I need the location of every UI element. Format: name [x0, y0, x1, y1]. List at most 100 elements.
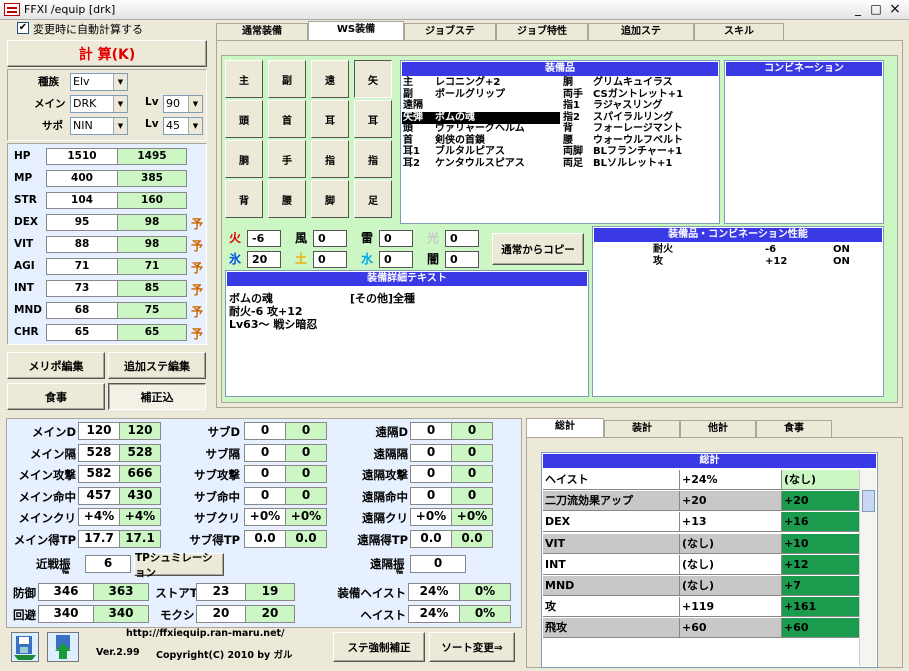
main-total-0: 120	[119, 422, 161, 440]
tab-skill[interactable]: スキル	[694, 23, 784, 40]
tp-simulation-button[interactable]: TPシュミレーション	[134, 552, 224, 579]
load-icon[interactable]	[47, 632, 79, 662]
tab-total[interactable]: 総計	[526, 418, 604, 438]
correction-toggle[interactable]: 補正込	[108, 383, 206, 410]
equip-slot-1[interactable]: 副	[268, 60, 306, 98]
equip-slot-label-1: 副	[403, 88, 413, 100]
equip-item-r4[interactable]: フォーレージマント	[593, 123, 683, 135]
total-equip-7: +60	[679, 618, 781, 639]
merit-edit-button[interactable]: メリポ編集	[7, 352, 105, 379]
equip-item-3[interactable]: ボムの魂	[435, 112, 475, 124]
sub-base-1: 0	[244, 443, 286, 462]
tab-add-stat[interactable]: 追加ステ	[588, 23, 694, 40]
equip-slot-14[interactable]: 脚	[311, 180, 349, 218]
tab-ws-equip[interactable]: WS装備	[308, 21, 404, 41]
equip-item-0[interactable]: レコニング+2	[435, 77, 500, 89]
equip-slot-12[interactable]: 背	[225, 180, 263, 218]
stat-forecast-chr[interactable]: 予	[191, 325, 203, 342]
equip-item-4[interactable]: ヴァリャーグヘルム	[435, 123, 525, 135]
minimize-button[interactable]: _	[850, 3, 866, 17]
food-button[interactable]: 食事	[7, 383, 105, 410]
element-value-6[interactable]: 0	[379, 251, 413, 268]
sub-total-3: 0	[285, 486, 327, 505]
stat-label-int: INT	[14, 282, 34, 294]
equip-slot-label-r2: 指1	[563, 100, 580, 111]
equip-item-r5[interactable]: ウォーウルフベルト	[593, 135, 683, 147]
equip-item-7[interactable]: ケンタウルスピアス	[435, 158, 525, 170]
sub-job-label: サポ	[42, 120, 63, 132]
equip-slot-5[interactable]: 首	[268, 100, 306, 138]
auto-calc-checkbox[interactable]: ✔	[17, 22, 29, 34]
equip-item-r2[interactable]: ラジャスリング	[593, 100, 662, 112]
equip-item-r1[interactable]: CSガントレット+1	[593, 89, 683, 101]
equip-item-r6[interactable]: BLフランチャー+1	[593, 146, 682, 158]
equip-slot-8[interactable]: 胴	[225, 140, 263, 178]
sub-label-0: サブD	[207, 425, 240, 439]
sub-job-select[interactable]: NIN ▼	[70, 117, 128, 135]
copy-from-normal-button[interactable]: 通常からコピー	[492, 233, 584, 265]
detail-text-box[interactable]: 装備詳細テキスト ボムの魂 [その他]全種 耐火-6 攻+12 Lv63～ 戦シ…	[225, 270, 589, 397]
main-label-2: メイン攻撃	[18, 468, 77, 482]
equip-item-r3[interactable]: スパイラルリング	[593, 112, 673, 124]
tab-job-trait[interactable]: ジョブ特性	[496, 23, 588, 40]
equip-slot-label-2: 遠隔	[403, 100, 423, 111]
tab-normal-equip[interactable]: 通常装備	[216, 23, 308, 40]
race-select[interactable]: Elv ▼	[70, 73, 128, 91]
tab-job-stat[interactable]: ジョブステ	[404, 23, 496, 40]
equip-slot-6[interactable]: 耳	[311, 100, 349, 138]
element-value-7[interactable]: 0	[445, 251, 479, 268]
main-lv-value: 90	[166, 97, 180, 110]
main-lv-select[interactable]: 90 ▼	[163, 95, 203, 113]
main-base-1: 528	[78, 443, 120, 462]
main-label-5: メイン得TP	[13, 532, 76, 547]
stat-forecast-mnd[interactable]: 予	[191, 303, 203, 320]
scrollbar-thumb[interactable]	[862, 490, 875, 512]
tab-equip-total[interactable]: 装計	[604, 420, 680, 437]
equip-slot-2[interactable]: 遠	[311, 60, 349, 98]
element-value-3[interactable]: 0	[445, 230, 479, 247]
equip-slot-10[interactable]: 指	[311, 140, 349, 178]
equip-slot-3[interactable]: 矢	[354, 60, 392, 98]
equip-slot-11[interactable]: 指	[354, 140, 392, 178]
sub-lv-label: Lv	[145, 118, 159, 130]
element-value-4[interactable]: 20	[247, 251, 281, 268]
stat-forecast-int[interactable]: 予	[191, 281, 203, 298]
total-equip-4: (なし)	[679, 554, 781, 575]
tab-other-total[interactable]: 他計	[680, 420, 756, 437]
stat-forecast-agi[interactable]: 予	[191, 259, 203, 276]
element-value-5[interactable]: 0	[313, 251, 347, 268]
calc-button[interactable]: 計 算(K)	[7, 40, 207, 67]
save-icon[interactable]	[11, 632, 39, 662]
equip-item-r7[interactable]: BLソルレット+1	[593, 158, 672, 170]
close-button[interactable]: ×	[887, 2, 903, 17]
addstat-edit-button[interactable]: 追加ステ編集	[108, 352, 206, 379]
stat-total-vit: 98	[117, 236, 187, 253]
total-name-3: VIT	[543, 533, 679, 554]
sort-change-button[interactable]: ソート変更⇒	[429, 632, 515, 662]
equip-slot-4[interactable]: 頭	[225, 100, 263, 138]
maximize-button[interactable]: □	[868, 3, 884, 17]
equip-slot-15[interactable]: 足	[354, 180, 392, 218]
equip-slot-13[interactable]: 腰	[268, 180, 306, 218]
total-name-6: 攻	[543, 597, 679, 618]
stat-forecast-dex[interactable]: 予	[191, 215, 203, 232]
window-title: FFXI /equip [drk]	[24, 3, 116, 16]
element-value-1[interactable]: 0	[313, 230, 347, 247]
race-label: 種族	[38, 76, 59, 88]
total-scrollbar[interactable]	[859, 470, 876, 666]
equip-item-1[interactable]: ポールグリップ	[435, 89, 505, 101]
sub-lv-select[interactable]: 45 ▼	[163, 117, 203, 135]
equip-slot-0[interactable]: 主	[225, 60, 263, 98]
equip-item-5[interactable]: 剣侠の首鎖	[435, 135, 485, 147]
stat-forecast-vit[interactable]: 予	[191, 237, 203, 254]
element-value-2[interactable]: 0	[379, 230, 413, 247]
element-value-0[interactable]: -6	[247, 230, 281, 247]
equip-item-6[interactable]: ブルタルピアス	[435, 146, 505, 158]
equip-slot-7[interactable]: 耳	[354, 100, 392, 138]
equip-slot-9[interactable]: 手	[268, 140, 306, 178]
force-correct-button[interactable]: ステ強制補正	[333, 632, 425, 662]
equip-item-r0[interactable]: グリムキュイラス	[593, 77, 673, 89]
main-job-select[interactable]: DRK ▼	[70, 95, 128, 113]
tab-food-total[interactable]: 食事	[756, 420, 832, 437]
ranged-total-4: +0%	[451, 508, 493, 526]
